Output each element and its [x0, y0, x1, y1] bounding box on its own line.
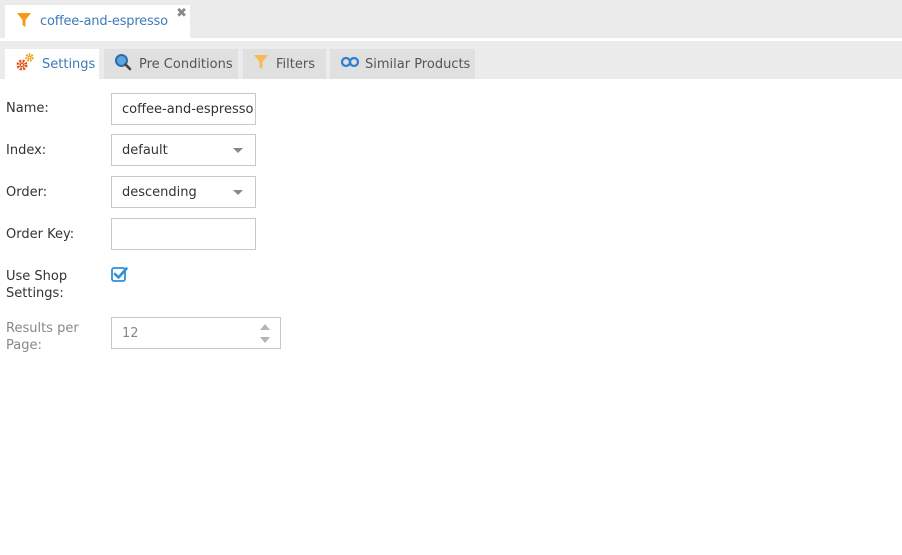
index-select-value: default [122, 142, 168, 158]
gears-icon [15, 52, 35, 76]
spin-down-icon[interactable] [260, 337, 270, 343]
tab-pre-conditions-label: Pre Conditions [139, 56, 233, 72]
chevron-down-icon [233, 148, 243, 153]
tab-settings[interactable]: Settings [5, 49, 99, 79]
tab-pre-conditions[interactable]: Pre Conditions [104, 49, 238, 79]
link-icon [340, 56, 360, 72]
name-input-value: coffee-and-espresso [122, 101, 254, 117]
use-shop-settings-label: Use Shop Settings: [6, 268, 67, 302]
tab-similar-products-label: Similar Products [365, 56, 471, 72]
tab-filters-label: Filters [276, 56, 315, 72]
name-label: Name: [6, 101, 49, 116]
order-select-value: descending [122, 184, 197, 200]
order-key-label: Order Key: [6, 227, 75, 242]
use-shop-settings-label-line1: Use Shop [6, 269, 68, 284]
order-label: Order: [6, 185, 48, 200]
close-icon[interactable]: ✖ [176, 7, 187, 20]
spin-up-icon[interactable] [260, 324, 270, 330]
filter-icon [16, 12, 32, 32]
results-per-page-value: 12 [122, 325, 139, 341]
results-per-page-input[interactable]: 12 [111, 317, 281, 349]
tab-similar-products[interactable]: Similar Products [330, 49, 475, 79]
tab-filters[interactable]: Filters [243, 49, 326, 79]
results-per-page-label-line1: Results per [6, 321, 79, 336]
tab-settings-label: Settings [42, 56, 96, 72]
use-shop-settings-checkbox[interactable] [111, 266, 128, 283]
index-select[interactable]: default [111, 134, 256, 166]
document-tab[interactable]: coffee-and-espresso ✖ [5, 5, 190, 38]
name-input[interactable]: coffee-and-espresso [111, 93, 256, 125]
order-select[interactable]: descending [111, 176, 256, 208]
magnifier-icon [114, 53, 132, 75]
document-tab-bar: coffee-and-espresso ✖ [0, 0, 902, 38]
index-label: Index: [6, 143, 47, 158]
tab-strip: Settings Pre Conditions Filters Similar … [0, 41, 902, 79]
filter-icon [253, 54, 269, 74]
document-tab-title: coffee-and-espresso [40, 14, 168, 29]
results-per-page-label-line2: Page: [6, 338, 42, 353]
checkbox-checked-icon [111, 267, 128, 282]
results-per-page-label: Results per Page: [6, 320, 79, 354]
chevron-down-icon [233, 190, 243, 195]
order-key-input[interactable] [111, 218, 256, 250]
use-shop-settings-label-line2: Settings: [6, 286, 64, 301]
